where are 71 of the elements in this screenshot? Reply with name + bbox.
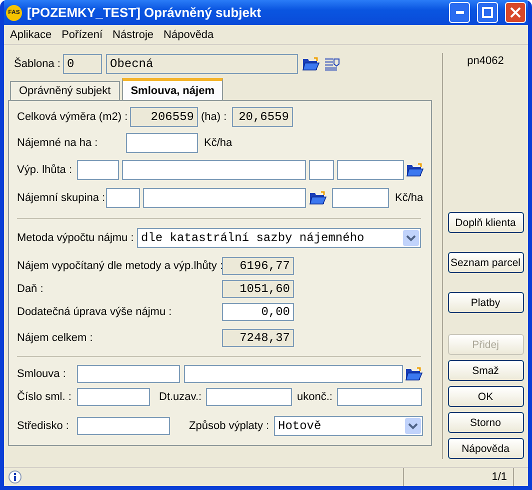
action-button[interactable]: Smaž <box>448 360 524 381</box>
list-icon[interactable] <box>324 57 340 71</box>
user-name: pn4062 <box>467 55 504 67</box>
minimize-icon <box>456 11 464 14</box>
input-field[interactable] <box>77 417 170 435</box>
folder-icon[interactable] <box>302 57 320 71</box>
input-field[interactable]: 0,00 <box>222 303 294 321</box>
tab[interactable]: Smlouva, nájem <box>122 78 224 100</box>
folder-icon[interactable] <box>309 191 327 205</box>
area-m2-field: 206559 <box>130 107 198 127</box>
minimize-button[interactable] <box>449 2 470 23</box>
input-field[interactable] <box>77 365 180 383</box>
action-button[interactable]: Seznam parcel <box>448 252 524 273</box>
input-field[interactable] <box>122 160 306 180</box>
input-field[interactable] <box>184 365 403 383</box>
close-icon <box>510 7 521 18</box>
unit-label: Kč/ha <box>203 137 232 149</box>
field-label: ukonč.: <box>297 391 334 403</box>
tab[interactable]: Oprávněný subjekt <box>10 81 120 100</box>
unit-label: Kč/ha <box>394 192 424 204</box>
field-label: Daň : <box>17 283 44 295</box>
input-field[interactable] <box>309 160 334 180</box>
input-field[interactable] <box>106 188 140 208</box>
menu-item[interactable]: Pořízení <box>58 28 109 40</box>
payout-select[interactable]: Hotově <box>274 416 423 436</box>
menu-item[interactable]: Nápověda <box>160 28 220 40</box>
input-field[interactable] <box>143 188 306 208</box>
area-ha-field: 20,6559 <box>232 107 293 127</box>
action-button[interactable]: Storno <box>448 412 524 433</box>
maximize-button[interactable] <box>477 2 498 23</box>
field-label: Nájem celkem : <box>17 332 94 344</box>
action-button[interactable]: OK <box>448 386 524 407</box>
menu-item[interactable]: Nástroje <box>108 28 160 40</box>
input-field[interactable] <box>126 133 198 153</box>
field-label: Metoda výpočtu nájmu : <box>17 232 135 244</box>
maximize-icon <box>482 7 493 18</box>
page-indicator: 1/1 <box>404 468 514 486</box>
amount-field: 1051,60 <box>222 280 294 298</box>
template-name-field: Obecná <box>106 54 298 74</box>
field-label: (ha) : <box>200 111 228 123</box>
input-field[interactable] <box>77 160 119 180</box>
field-label: Výp. lhůta : <box>17 164 74 176</box>
folder-icon[interactable] <box>406 163 424 177</box>
action-button[interactable]: Doplň klienta <box>448 212 524 233</box>
field-label: Způsob výplaty : <box>189 420 270 432</box>
field-label: Středisko : <box>17 420 70 432</box>
window-title: [POZEMKY_TEST] Oprávněný subjekt <box>27 5 262 20</box>
input-field[interactable] <box>206 388 292 406</box>
field-label: Nájemné na ha : <box>17 137 99 149</box>
field-label: Nájem vypočítaný dle metody a výp.lhůty : <box>17 260 222 272</box>
method-select[interactable]: dle katastrální sazby nájemného <box>137 228 421 248</box>
amount-field: 7248,37 <box>222 329 294 347</box>
field-label: Nájemní skupina : <box>17 192 106 204</box>
input-field[interactable] <box>332 188 389 208</box>
field-label: Šablona : <box>13 58 62 70</box>
input-field[interactable] <box>337 160 404 180</box>
action-button[interactable]: Platby <box>448 292 524 313</box>
menu-item[interactable]: Aplikace <box>6 28 58 40</box>
field-label: Dt.uzav.: <box>159 391 203 403</box>
field-label: Číslo sml. : <box>17 391 72 403</box>
folder-icon[interactable] <box>405 367 423 381</box>
close-button[interactable] <box>505 2 526 23</box>
template-code-field: 0 <box>63 54 102 74</box>
field-label: Dodatečná úprava výše nájmu : <box>17 306 173 318</box>
field-label: Smlouva : <box>17 368 67 380</box>
amount-field: 6196,77 <box>222 257 294 275</box>
input-field[interactable] <box>77 388 150 406</box>
field-label: Celková výměra (m2) : <box>17 111 129 123</box>
info-icon <box>8 470 22 484</box>
action-button[interactable]: Nápověda <box>448 438 524 459</box>
input-field[interactable] <box>337 388 422 406</box>
